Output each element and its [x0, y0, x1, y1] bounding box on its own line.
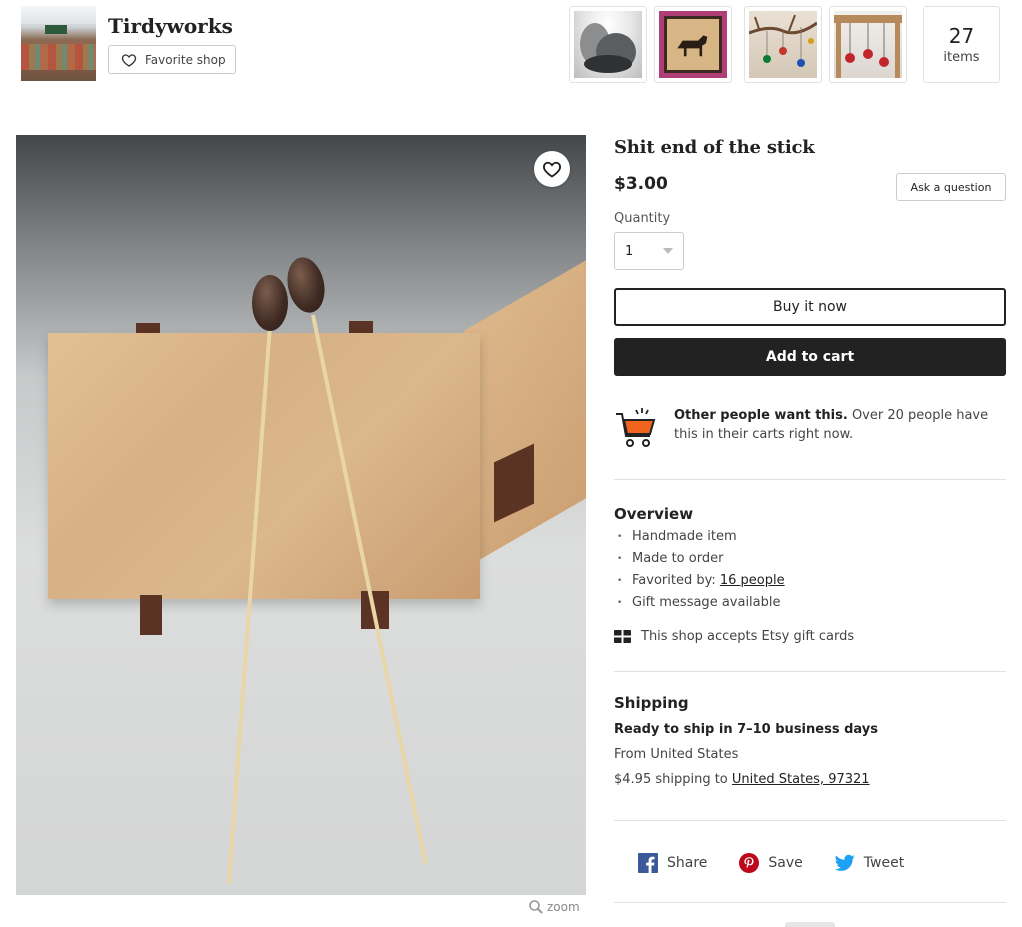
- ask-question-button[interactable]: Ask a question: [896, 173, 1006, 201]
- hanging-ornaments-icon: [834, 15, 902, 78]
- pinterest-save-button[interactable]: Save: [739, 853, 803, 873]
- share-row: Share Save Tweet: [638, 853, 904, 873]
- stick-knob: [282, 253, 330, 317]
- branch-ornaments-icon: [749, 14, 817, 67]
- avatar-sign-decor: [45, 25, 67, 34]
- stand-foot: [140, 595, 162, 635]
- thumbnail-moose-sign-image: [659, 11, 727, 78]
- back-board-decor: [464, 215, 586, 569]
- overview-heading: Overview: [614, 505, 694, 523]
- facebook-icon: [638, 853, 658, 873]
- facebook-share-label: Share: [667, 855, 708, 871]
- section-divider: [614, 479, 1006, 480]
- stick-knob: [252, 275, 288, 331]
- moose-icon: [677, 35, 708, 57]
- shop-name[interactable]: Tirdyworks: [108, 14, 233, 38]
- favorite-shop-button[interactable]: Favorite shop: [108, 45, 236, 74]
- item-count-label: items: [943, 50, 980, 65]
- shop-item-thumbnail-1[interactable]: [569, 6, 647, 83]
- shipping-heading: Shipping: [614, 694, 689, 712]
- quantity-select[interactable]: 1: [614, 232, 684, 270]
- quantity-label: Quantity: [614, 211, 671, 226]
- shop-item-count[interactable]: 27 items: [923, 6, 1000, 83]
- gift-card-notice: This shop accepts Etsy gift cards: [614, 629, 854, 644]
- heart-outline-icon: [121, 53, 137, 67]
- buy-it-now-button[interactable]: Buy it now: [614, 288, 1006, 326]
- zoom-button[interactable]: zoom: [528, 899, 580, 915]
- listing-price: $3.00: [614, 174, 668, 194]
- pinterest-save-label: Save: [768, 855, 803, 871]
- avatar-tent-decor: [21, 6, 96, 24]
- shop-item-thumbnail-4[interactable]: [829, 6, 907, 83]
- demand-notice: Other people want this. Over 20 people h…: [614, 406, 1006, 450]
- favorited-by-label: Favorited by:: [632, 573, 720, 588]
- overview-list: Handmade item Made to order Favorited by…: [614, 528, 785, 616]
- ship-ready-text: Ready to ship in 7–10 business days: [614, 722, 878, 737]
- thumbnail-branch-ornaments-image: [749, 11, 817, 78]
- section-divider: [614, 820, 1006, 821]
- magnifier-icon: [529, 900, 543, 914]
- demand-bold-text: Other people want this.: [674, 408, 848, 423]
- shipping-cost: $4.95 shipping to United States, 97321: [614, 772, 870, 787]
- ship-from-text: From United States: [614, 747, 739, 762]
- facebook-share-button[interactable]: Share: [638, 853, 707, 873]
- quantity-value: 1: [625, 243, 634, 259]
- shop-avatar[interactable]: [21, 6, 96, 81]
- shopping-cart-icon: [616, 408, 656, 447]
- section-divider: [614, 671, 1006, 672]
- shop-item-thumbnail-3[interactable]: [744, 6, 822, 83]
- shipping-cost-prefix: $4.95 shipping to: [614, 772, 732, 787]
- gift-card-text: This shop accepts Etsy gift cards: [641, 629, 855, 644]
- heart-outline-icon: [543, 161, 561, 178]
- overview-item: Made to order: [614, 550, 785, 572]
- favorite-item-button[interactable]: [534, 151, 570, 187]
- overview-item: Gift message available: [614, 594, 785, 616]
- avatar-table-decor: [21, 44, 96, 70]
- thumbnail-rocks-image: [574, 11, 642, 78]
- chevron-down-icon: [663, 248, 673, 254]
- twitter-bird-icon: [834, 854, 855, 871]
- moose-sign-panel: [664, 16, 722, 73]
- pinterest-icon: [739, 853, 760, 873]
- shop-item-thumbnail-2[interactable]: [654, 6, 732, 83]
- twitter-tweet-button[interactable]: Tweet: [834, 853, 905, 873]
- rock-shape: [584, 55, 632, 73]
- zoom-label: zoom: [547, 900, 580, 914]
- shipping-location-link[interactable]: United States, 97321: [732, 772, 870, 787]
- favorited-by-link[interactable]: 16 people: [720, 573, 785, 588]
- thumbnail-hanging-ornaments-image: [834, 11, 902, 78]
- partial-next-section: [785, 922, 835, 927]
- overview-item: Favorited by: 16 people: [614, 572, 785, 594]
- add-to-cart-button[interactable]: Add to cart: [614, 338, 1006, 376]
- twitter-tweet-label: Tweet: [863, 855, 905, 871]
- section-divider: [614, 902, 1006, 903]
- listing-title: Shit end of the stick: [614, 137, 815, 158]
- overview-item: Handmade item: [614, 528, 785, 550]
- listing-main-image[interactable]: [16, 135, 586, 895]
- item-count-value: 27: [948, 24, 975, 48]
- demand-text: Other people want this. Over 20 people h…: [674, 406, 1006, 450]
- gift-card-icon: [614, 630, 631, 643]
- favorite-shop-label: Favorite shop: [145, 52, 226, 67]
